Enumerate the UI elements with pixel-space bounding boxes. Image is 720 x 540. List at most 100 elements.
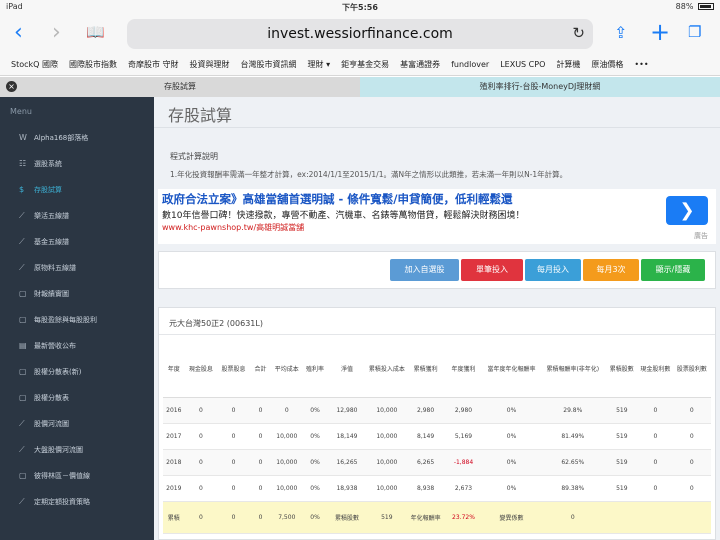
sidebar-item[interactable]: ▤ 最新營收公布: [0, 333, 154, 359]
sidebar-item[interactable]: ⟋ 基金五線譜: [0, 229, 154, 255]
line-chart-icon: ⟋: [19, 211, 25, 220]
table-cell: 0%: [483, 397, 541, 424]
table-cell: 0%: [302, 397, 328, 424]
total-cell: 0: [184, 501, 218, 534]
table-cell: 10,000: [366, 423, 408, 450]
table-cell: 8,149: [407, 423, 444, 450]
sidebar: Menu W Alpha168部落格 ☷ 選股系統 $ 存股試算 ⟋ 樂活五線譜 ⟋ 基金五線譜 ⟋…: [0, 97, 154, 540]
wordpress-icon: W: [19, 133, 27, 142]
sidebar-item-label: 股權分散表(新): [34, 368, 82, 376]
sidebar-item-label: 每股盈餘與每股股利: [34, 316, 97, 324]
table-cell: 2,980: [444, 397, 483, 424]
bookmark-item[interactable]: fundlover: [451, 54, 489, 76]
new-tab-icon[interactable]: +: [650, 18, 670, 46]
bookmark-item[interactable]: 投資與理財: [190, 54, 230, 76]
column-header: 累積股數: [605, 341, 639, 398]
sidebar-item-label: 樂活五線譜: [34, 212, 69, 220]
square-icon: ▢: [19, 471, 27, 480]
sidebar-item-label: 財報績實圖: [34, 290, 69, 298]
tab-inactive[interactable]: 殖利率排行-台股-MoneyDJ理財網: [360, 77, 720, 97]
total-cell: [605, 501, 639, 534]
forward-icon[interactable]: ›: [52, 20, 61, 45]
table-cell: 519: [605, 475, 639, 502]
results-card: 元大台灣50正2 (00631L) 年度 現金股息 股票股息 合計 平均成本 殖利率 淨值累…: [158, 307, 716, 540]
line-chart-icon: ⟋: [19, 445, 25, 454]
lump-sum-button[interactable]: 單筆投入: [461, 259, 523, 281]
address-bar[interactable]: invest.wessiorfinance.com ↻: [127, 19, 593, 49]
reload-icon[interactable]: ↻: [572, 24, 585, 42]
ad-headline[interactable]: 政府合法立案》高雄當舖首選明誠 - 條件寬鬆/申貸簡便，低利輕鬆還: [162, 191, 512, 207]
table-cell: 0%: [483, 475, 541, 502]
dollar-icon: $: [19, 185, 25, 194]
column-header: 殖利率: [302, 341, 328, 398]
sidebar-item[interactable]: W Alpha168部落格: [0, 125, 154, 151]
sidebar-item[interactable]: ▢ 股權分散表: [0, 385, 154, 411]
sidebar-item[interactable]: ⟋ 定期定額投資策略: [0, 489, 154, 515]
toggle-visibility-button[interactable]: 顯示/隱藏: [641, 259, 705, 281]
table-row: 2018 0 0 0 10,000 0% 16,265 10,000 6,265 -1,884 0%…: [163, 449, 711, 476]
column-header: 累積獲利: [407, 341, 444, 398]
sidebar-item[interactable]: ▢ 財報績實圖: [0, 281, 154, 307]
ad-link[interactable]: www.khc-pawnshop.tw/高雄明誠當舖: [162, 222, 304, 233]
main-content: 存股試算 程式計算說明 1.年化投資報酬率需滿一年整才計算，ex:2014/1/…: [154, 97, 720, 540]
bookmark-item[interactable]: StockQ 國際: [11, 54, 58, 76]
tabs-overview-icon[interactable]: ❐: [688, 23, 701, 41]
total-cell: [638, 501, 673, 534]
table-cell: 519: [605, 449, 639, 476]
monthly-invest-button[interactable]: 每月投入: [525, 259, 581, 281]
sidebar-item[interactable]: ▢ 彼得林區－價值線: [0, 463, 154, 489]
bookmark-item[interactable]: 奇摩股市 守財: [128, 54, 179, 76]
table-cell: 81.49%: [540, 423, 606, 450]
bookmark-item[interactable]: 基富通證券: [400, 54, 440, 76]
sidebar-item-label: 彼得林區－價值線: [34, 472, 90, 480]
bookmark-item[interactable]: LEXUS CPO: [500, 54, 545, 76]
total-cell: 7,500: [271, 501, 303, 534]
tab-active[interactable]: × 存股試算: [0, 77, 360, 97]
sidebar-item[interactable]: ▢ 每股盈餘與每股股利: [0, 307, 154, 333]
table-cell: 2016: [163, 397, 185, 424]
ad-arrow-button[interactable]: ❯: [666, 196, 708, 225]
bookmark-item[interactable]: 國際股市指數: [69, 54, 117, 76]
sidebar-item[interactable]: ⟋ 原物料五線譜: [0, 255, 154, 281]
monthly-3x-button[interactable]: 每月3次: [583, 259, 639, 281]
close-tab-icon[interactable]: ×: [6, 81, 17, 92]
fund-title: 元大台灣50正2 (00631L): [169, 319, 263, 328]
table-cell: 2,673: [444, 475, 483, 502]
table-cell: 2019: [163, 475, 185, 502]
bookmark-item[interactable]: 原油價格: [591, 54, 623, 76]
column-header: 平均成本: [271, 341, 303, 398]
sidebar-item[interactable]: ▢ 股權分散表(新): [0, 359, 154, 385]
table-cell: 8,938: [407, 475, 444, 502]
table-cell: 0: [638, 449, 673, 476]
bookmark-item[interactable]: 理財 ▾: [308, 54, 331, 76]
bookmarks-icon[interactable]: 📖: [86, 23, 105, 41]
total-cell: 年化報酬率: [407, 501, 444, 534]
bookmark-item[interactable]: 台灣股市資訊網: [241, 54, 297, 76]
table-cell: 89.38%: [540, 475, 606, 502]
table-cell: 2017: [163, 423, 185, 450]
sidebar-item[interactable]: ⟋ 股價河流圖: [0, 411, 154, 437]
bookmark-item[interactable]: •••: [634, 54, 648, 76]
sidebar-item[interactable]: ⟋ 大盤股價河流圖: [0, 437, 154, 463]
share-icon[interactable]: ⇪: [614, 23, 627, 42]
add-watchlist-button[interactable]: 加入自選股: [390, 259, 459, 281]
sidebar-item[interactable]: ⟋ 樂活五線譜: [0, 203, 154, 229]
sidebar-item[interactable]: ☷ 選股系統: [0, 151, 154, 177]
total-cell: 23.72%: [444, 501, 483, 534]
bookmark-item[interactable]: 鉅亨基金交易: [341, 54, 389, 76]
advertisement[interactable]: 政府合法立案》高雄當舖首選明誠 - 條件寬鬆/申貸簡便，低利輕鬆還 數10年信譽…: [158, 189, 716, 244]
bookmark-item[interactable]: 計算機: [556, 54, 580, 76]
description-title: 程式計算說明: [170, 152, 218, 161]
back-icon[interactable]: ‹: [14, 20, 23, 45]
sidebar-item-label: 大盤股價河流圖: [34, 446, 83, 454]
column-header: 現金股息: [184, 341, 218, 398]
sidebar-item-label: 選股系統: [34, 160, 62, 168]
table-cell: 12,980: [327, 397, 367, 424]
total-cell: 累積: [163, 501, 185, 534]
sidebar-item-label: 基金五線譜: [34, 238, 69, 246]
page-title: 存股試算: [168, 106, 233, 125]
table-cell: 0: [184, 397, 218, 424]
table-cell: 0: [217, 449, 250, 476]
sidebar-item[interactable]: $ 存股試算: [0, 177, 154, 203]
table-cell: 0: [638, 475, 673, 502]
